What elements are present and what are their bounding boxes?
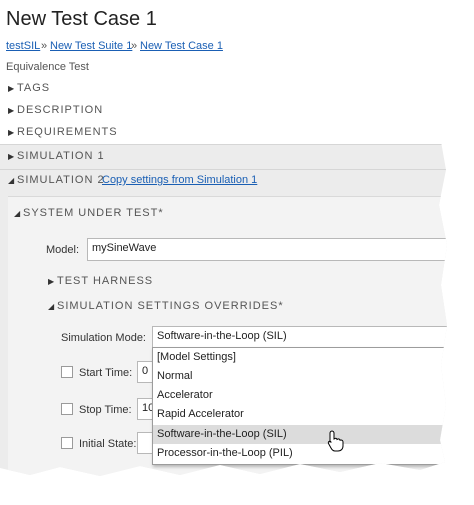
section-simulation-1-label: SIMULATION 1: [17, 150, 105, 162]
breadcrumb-separator: »: [131, 40, 138, 52]
collapse-arrow-icon: ◢: [14, 209, 22, 218]
test-case-panel: New Test Case 1 testSIL » New Test Suite…: [0, 0, 447, 476]
collapse-arrow-icon: ◢: [8, 176, 16, 185]
stop-time-label: Stop Time:: [79, 404, 132, 416]
dropdown-option[interactable]: Rapid Accelerator: [153, 405, 447, 424]
breadcrumb-test-suite[interactable]: New Test Suite 1: [50, 40, 132, 52]
dropdown-option[interactable]: Accelerator: [153, 386, 447, 405]
initial-state-checkbox[interactable]: [61, 437, 73, 449]
dropdown-option[interactable]: [Model Settings]: [153, 348, 447, 367]
expand-arrow-icon: ▶: [8, 84, 16, 93]
breadcrumb-testsil[interactable]: testSIL: [6, 40, 40, 52]
stop-time-checkbox[interactable]: [61, 403, 73, 415]
section-description[interactable]: ▶ DESCRIPTION: [8, 104, 103, 116]
section-requirements[interactable]: ▶ REQUIREMENTS: [8, 126, 118, 138]
section-system-under-test-label: SYSTEM UNDER TEST*: [23, 207, 164, 219]
section-overrides-label: SIMULATION SETTINGS OVERRIDES*: [57, 300, 284, 312]
breadcrumb-test-case[interactable]: New Test Case 1: [140, 40, 223, 52]
expand-arrow-icon: ▶: [8, 152, 16, 161]
section-simulation-2-label: SIMULATION 2: [17, 174, 105, 186]
breadcrumb-separator: »: [41, 40, 48, 52]
section-test-harness[interactable]: ▶ TEST HARNESS: [48, 275, 153, 287]
expand-arrow-icon: ▶: [8, 106, 16, 115]
section-simulation-1[interactable]: ▶ SIMULATION 1: [8, 150, 105, 162]
dropdown-option[interactable]: Processor-in-the-Loop (PIL): [153, 444, 447, 463]
dropdown-option[interactable]: Normal: [153, 367, 447, 386]
start-time-checkbox[interactable]: [61, 366, 73, 378]
copy-settings-link[interactable]: Copy settings from Simulation 1: [102, 174, 257, 186]
section-system-under-test[interactable]: ◢ SYSTEM UNDER TEST*: [14, 207, 164, 219]
test-type-label: Equivalence Test: [6, 61, 89, 73]
initial-state-label: Initial State:: [79, 438, 137, 450]
simulation-mode-dropdown: [Model Settings] Normal Accelerator Rapi…: [152, 347, 447, 465]
section-tags[interactable]: ▶ TAGS: [8, 82, 50, 94]
section-requirements-label: REQUIREMENTS: [17, 126, 118, 138]
section-overrides[interactable]: ◢ SIMULATION SETTINGS OVERRIDES*: [48, 300, 284, 312]
simulation-mode-label: Simulation Mode:: [61, 332, 146, 344]
section-test-harness-label: TEST HARNESS: [57, 275, 154, 287]
model-input[interactable]: mySineWave: [87, 238, 447, 261]
collapse-arrow-icon: ◢: [48, 302, 56, 311]
dropdown-option-highlighted[interactable]: Software-in-the-Loop (SIL): [153, 425, 447, 444]
section-tags-label: TAGS: [17, 82, 51, 94]
expand-arrow-icon: ▶: [8, 128, 16, 137]
section-simulation-2[interactable]: ◢ SIMULATION 2: [8, 174, 105, 186]
model-label: Model:: [46, 244, 80, 256]
page-title: New Test Case 1: [6, 8, 157, 30]
expand-arrow-icon: ▶: [48, 277, 56, 286]
hand-cursor-icon: [327, 430, 344, 452]
section-description-label: DESCRIPTION: [17, 104, 104, 116]
start-time-label: Start Time:: [79, 367, 133, 379]
simulation-mode-select[interactable]: Software-in-the-Loop (SIL): [152, 326, 447, 348]
